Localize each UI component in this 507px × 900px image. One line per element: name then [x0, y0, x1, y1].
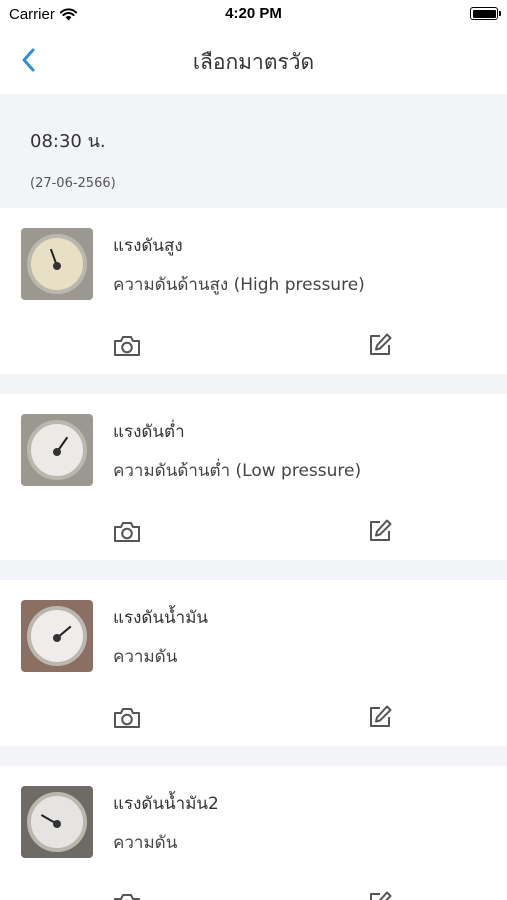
page-title: เลือกมาตรวัด [192, 50, 315, 74]
gauge-description: ความดัน [113, 647, 178, 667]
status-bar: Carrier 4:20 PM [0, 0, 507, 30]
camera-icon [114, 708, 140, 728]
camera-button[interactable] [111, 704, 143, 732]
edit-button[interactable] [365, 702, 395, 732]
gauge-description: ความดัน [113, 833, 178, 853]
card-separator [0, 560, 507, 580]
edit-button[interactable] [365, 888, 395, 900]
edit-button[interactable] [365, 330, 395, 360]
edit-icon [370, 891, 392, 900]
gauge-thumbnail [21, 414, 93, 486]
edit-button[interactable] [365, 516, 395, 546]
edit-icon [370, 705, 392, 727]
gauge-name: แรงดันสูง [113, 236, 183, 256]
gauge-name: แรงดันน้ำมัน [113, 608, 209, 628]
camera-icon [114, 894, 140, 900]
camera-button[interactable] [111, 518, 143, 546]
camera-icon [114, 336, 140, 356]
camera-button[interactable] [111, 890, 143, 900]
camera-button[interactable] [111, 332, 143, 360]
gauge-name: แรงดันน้ำมัน2 [113, 794, 219, 814]
gauge-name: แรงดันต่ำ [113, 422, 185, 442]
time-header: 08:30 น. (27-06-2566) [0, 94, 507, 208]
reading-time: 08:30 น. [30, 131, 106, 152]
reading-date: (27-06-2566) [30, 176, 116, 191]
gauge-thumbnail [21, 228, 93, 300]
gauge-thumbnail [21, 786, 93, 858]
gauge-thumbnail [21, 600, 93, 672]
gauge-description: ความดันด้านต่ำ (Low pressure) [113, 461, 362, 481]
gauge-description: ความดันด้านสูง (High pressure) [113, 275, 365, 295]
edit-icon [370, 519, 392, 541]
gauge-card-oil-pressure-2[interactable]: แรงดันน้ำมัน2 ความดัน [0, 766, 507, 900]
camera-icon [114, 522, 140, 542]
gauge-card-high-pressure[interactable]: แรงดันสูง ความดันด้านสูง (High pressure) [0, 208, 507, 374]
card-separator [0, 746, 507, 766]
navigation-bar: เลือกมาตรวัด [0, 30, 507, 94]
battery-icon [470, 7, 501, 20]
status-time: 4:20 PM [225, 5, 282, 22]
card-separator [0, 374, 507, 394]
gauge-card-low-pressure[interactable]: แรงดันต่ำ ความดันด้านต่ำ (Low pressure) [0, 394, 507, 560]
edit-icon [370, 333, 392, 355]
gauge-card-oil-pressure[interactable]: แรงดันน้ำมัน ความดัน [0, 580, 507, 746]
